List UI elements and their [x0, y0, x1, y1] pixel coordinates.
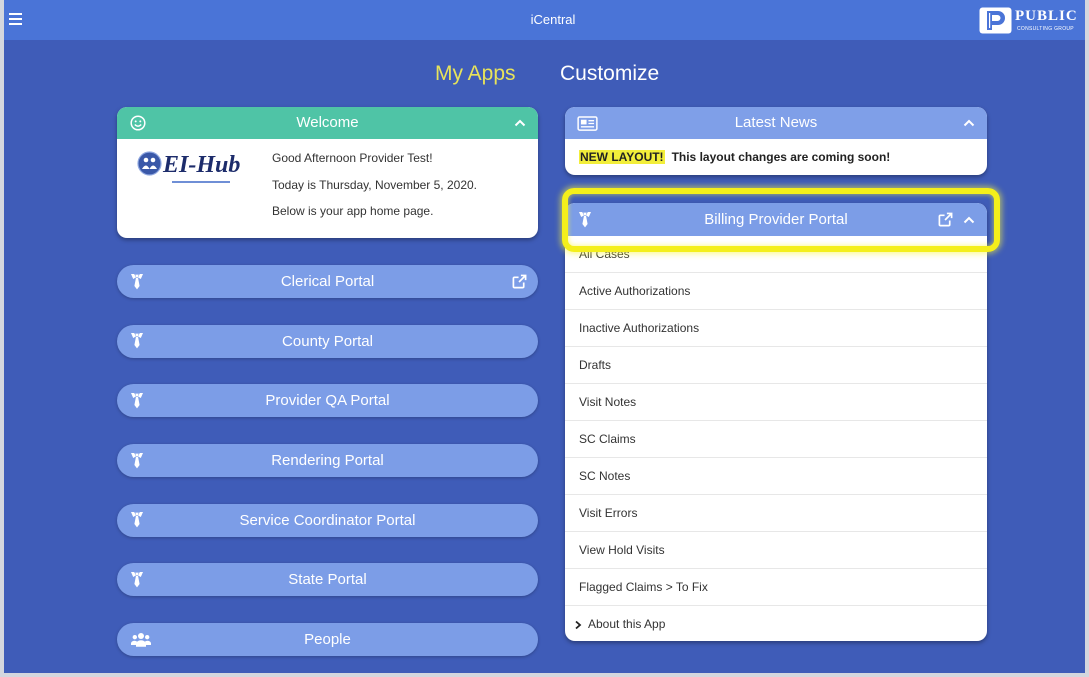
latest-news-card: Latest News NEW LAYOUT! This layout chang… — [565, 107, 987, 175]
menu-item-sc-claims[interactable]: SC Claims — [565, 421, 987, 458]
portal-label: County Portal — [282, 332, 373, 350]
tie-icon — [131, 325, 143, 358]
news-tag: NEW LAYOUT! — [579, 150, 665, 164]
portal-button-rendering[interactable]: Rendering Portal — [117, 444, 538, 478]
billing-provider-portal-header[interactable]: Billing Provider Portal — [565, 203, 987, 236]
latest-news-body: NEW LAYOUT! This layout changes are comin… — [579, 150, 890, 164]
menu-item-view-hold-visits[interactable]: View Hold Visits — [565, 532, 987, 569]
billing-provider-portal-title: Billing Provider Portal — [704, 211, 848, 228]
portal-label: Service Coordinator Portal — [239, 511, 416, 529]
portal-list: Clerical Portal County Portal Provider Q… — [117, 265, 538, 657]
top-bar: iCentral PUBLIC CONSULTING GROUP — [0, 0, 1089, 40]
menu-item-drafts[interactable]: Drafts — [565, 347, 987, 384]
pcg-logo-icon — [979, 7, 1012, 34]
portal-button-service-coordinator[interactable]: Service Coordinator Portal — [117, 503, 538, 537]
chevron-up-icon[interactable] — [514, 107, 526, 139]
menu-item-sc-notes[interactable]: SC Notes — [565, 458, 987, 495]
menu-item-all-cases[interactable]: All Cases — [565, 236, 987, 273]
tie-icon — [131, 265, 143, 298]
tab-my-apps[interactable]: My Apps — [435, 61, 516, 87]
portal-label: Provider QA Portal — [265, 392, 390, 410]
chevron-up-icon[interactable] — [963, 203, 975, 236]
portal-label: Clerical Portal — [280, 273, 375, 290]
newspaper-icon — [577, 107, 598, 139]
brand-name: PUBLIC — [1015, 8, 1078, 24]
portal-label: State Portal — [288, 571, 367, 589]
portal-button-state[interactable]: State Portal — [117, 563, 538, 597]
menu-item-active-authorizations[interactable]: Active Authorizations — [565, 273, 987, 310]
external-link-icon[interactable] — [512, 265, 527, 298]
welcome-message: Good Afternoon Provider Test! Today is T… — [272, 145, 477, 225]
portal-button-clerical[interactable]: Clerical Portal — [117, 265, 538, 298]
welcome-title: Welcome — [296, 114, 359, 131]
chevron-right-icon — [575, 620, 582, 629]
portal-button-county[interactable]: County Portal — [117, 324, 538, 358]
menu-item-visit-notes[interactable]: Visit Notes — [565, 384, 987, 421]
billing-menu: All Cases Active Authorizations Inactive… — [565, 236, 987, 641]
people-icon — [131, 623, 151, 656]
menu-item-flagged-claims[interactable]: Flagged Claims > To Fix — [565, 569, 987, 606]
chevron-up-icon[interactable] — [963, 107, 975, 139]
menu-item-visit-errors[interactable]: Visit Errors — [565, 495, 987, 532]
billing-provider-portal-card: Billing Provider Portal All Cases Active… — [565, 203, 987, 641]
welcome-greeting: Good Afternoon Provider Test! — [272, 151, 433, 165]
app-title: iCentral — [530, 12, 576, 27]
about-this-app-label: About this App — [588, 617, 666, 631]
tie-icon — [131, 384, 143, 417]
welcome-header[interactable]: Welcome — [117, 107, 538, 139]
ei-hub-logo-tagline — [172, 181, 230, 183]
hamburger-icon[interactable] — [9, 13, 22, 25]
tie-icon — [131, 444, 143, 477]
tie-icon — [131, 563, 143, 596]
tie-icon — [131, 504, 143, 537]
brand-subtitle: CONSULTING GROUP — [1017, 26, 1074, 32]
portal-button-provider-qa[interactable]: Provider QA Portal — [117, 384, 538, 418]
ei-hub-logo: EI-Hub — [137, 150, 241, 190]
about-this-app-toggle[interactable]: About this App — [565, 606, 987, 641]
portal-label: People — [304, 631, 351, 649]
welcome-date: Today is Thursday, November 5, 2020. — [272, 177, 477, 192]
menu-item-inactive-authorizations[interactable]: Inactive Authorizations — [565, 310, 987, 347]
welcome-card: Welcome EI-Hub Good Afternoon Provider T… — [117, 107, 538, 238]
latest-news-header[interactable]: Latest News — [565, 107, 987, 139]
smiley-icon — [130, 107, 146, 139]
portal-label: Rendering Portal — [271, 452, 384, 470]
ei-hub-logo-text: EI-Hub — [163, 152, 241, 178]
welcome-note: Below is your app home page. — [272, 204, 434, 219]
portal-button-people[interactable]: People — [117, 623, 538, 657]
tab-customize[interactable]: Customize — [560, 61, 659, 87]
latest-news-title: Latest News — [734, 114, 818, 131]
tie-icon — [579, 203, 591, 236]
news-text: This layout changes are coming soon! — [671, 150, 891, 164]
ei-hub-logo-icon — [137, 151, 162, 176]
external-link-icon[interactable] — [938, 203, 953, 236]
